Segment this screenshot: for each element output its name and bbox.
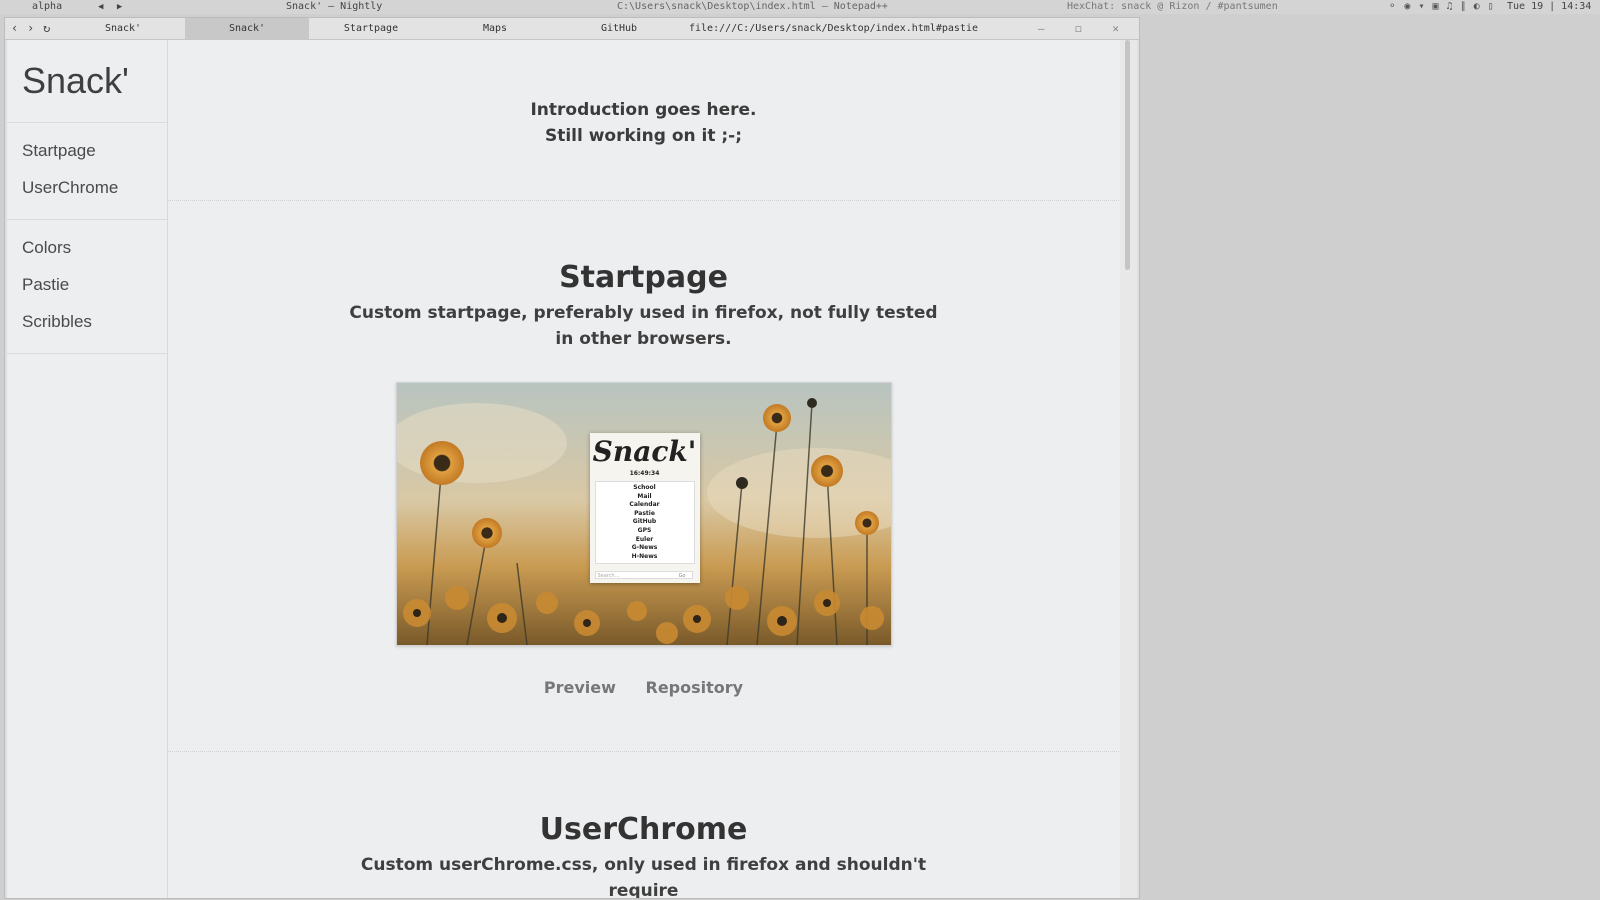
userchrome-description: Custom userChrome.css, only used in fire… [360,855,927,898]
sidebar-item-scribbles[interactable]: Scribbles [7,306,167,343]
browser-window: ‹ › ↻ Snack' Snack' Startpage Maps GitHu… [4,17,1140,899]
sidebar-item-colors[interactable]: Colors [7,232,167,269]
intro-line-2: Still working on it ;-; [544,126,743,146]
browser-toolbar: ‹ › ↻ Snack' Snack' Startpage Maps GitHu… [5,18,1139,40]
page-viewport: Snack' Startpage UserChrome Colors Pasti… [7,40,1137,898]
page-scrollbar[interactable] [1120,40,1137,898]
tab-snack-1[interactable]: Snack' [61,18,185,39]
tab-maps[interactable]: Maps [433,18,557,39]
window-controls[interactable]: – ◻ ✕ [1038,18,1131,39]
sidebar-item-pastie[interactable]: Pastie [7,269,167,306]
intro-line-1: Introduction goes here. [530,100,757,120]
sidebar-item-userchrome[interactable]: UserChrome [7,172,167,209]
sidebar-group-misc: Colors Pastie Scribbles [7,219,167,354]
card-link: GPS [637,526,652,534]
section-title-userchrome: UserChrome [539,812,748,847]
userchrome-section: UserChrome Custom userChrome.css, only u… [168,752,1119,898]
card-link: Calendar [629,501,660,509]
card-link: Mail [637,492,652,500]
startpage-card-preview: Snack' 16:49:34 School Mail Calendar Pas… [589,433,700,583]
back-icon[interactable]: ‹ [11,18,18,39]
site-brand[interactable]: Snack' [7,40,167,122]
clock: Tue 19 | 14:34 [1507,1,1592,12]
forward-icon[interactable]: › [27,18,34,39]
reload-icon[interactable]: ↻ [43,18,50,39]
card-link: Pastie [634,509,655,517]
repository-link[interactable]: Repository [646,678,744,697]
startpage-description: Custom startpage, preferably used in fir… [349,303,938,349]
intro-section: Introduction goes here. Still working on… [168,40,1119,201]
url-bar[interactable]: file:///C:/Users/snack/Desktop/index.htm… [689,18,978,39]
window-title-browser[interactable]: Snack' — Nightly [286,0,382,14]
tab-github[interactable]: GitHub [557,18,681,39]
card-time: 16:49:34 [629,470,660,477]
card-go-button: Go [678,573,686,579]
section-title-startpage: Startpage [559,260,728,295]
window-title-editor[interactable]: C:\Users\snack\Desktop\index.html — Note… [617,0,888,14]
workspace-switch-arrows[interactable]: ◀ ▶ [98,0,126,14]
tab-label: Snack' [228,23,266,34]
card-link: Euler [635,535,654,543]
sidebar-item-startpage[interactable]: Startpage [7,135,167,172]
scrollbar-thumb[interactable] [1125,40,1130,270]
system-top-bar: alpha ◀ ▶ Snack' — Nightly C:\Users\snac… [0,0,1600,14]
card-link: G-News [631,544,658,552]
card-link: School [633,484,656,491]
tab-label: Startpage [343,23,399,34]
system-tray-icons[interactable]: ⚬ ◉ ▾ ▣ ♫ ∥ ◐ ▯ [1388,0,1495,14]
card-search-placeholder: Search... [597,573,620,579]
tab-label: GitHub [600,23,638,34]
preview-link[interactable]: Preview [544,678,616,697]
window-title-irc[interactable]: HexChat: snack @ Rizon / #pantsumen [1067,0,1278,14]
card-link-list: School Mail Calendar Pastie GitHub GPS E… [594,481,695,565]
startpage-screenshot: Snack' 16:49:34 School Mail Calendar Pas… [395,382,892,646]
startpage-links: Preview Repository [168,678,1119,697]
card-link: GitHub [632,518,657,526]
startpage-section: Startpage Custom startpage, preferably u… [168,201,1119,752]
card-search-box: Search... Go [594,571,693,579]
card-link: H-News [631,552,658,560]
workspace-label[interactable]: alpha [32,0,62,14]
tab-startpage[interactable]: Startpage [309,18,433,39]
sidebar-group-projects: Startpage UserChrome [7,122,167,219]
tab-snack-2-active[interactable]: Snack' [185,18,309,39]
tab-label: Snack' [104,23,142,34]
sidebar: Snack' Startpage UserChrome Colors Pasti… [7,40,168,898]
tab-label: Maps [482,23,508,34]
card-title: Snack' [592,435,697,468]
main-content: Introduction goes here. Still working on… [168,40,1119,898]
